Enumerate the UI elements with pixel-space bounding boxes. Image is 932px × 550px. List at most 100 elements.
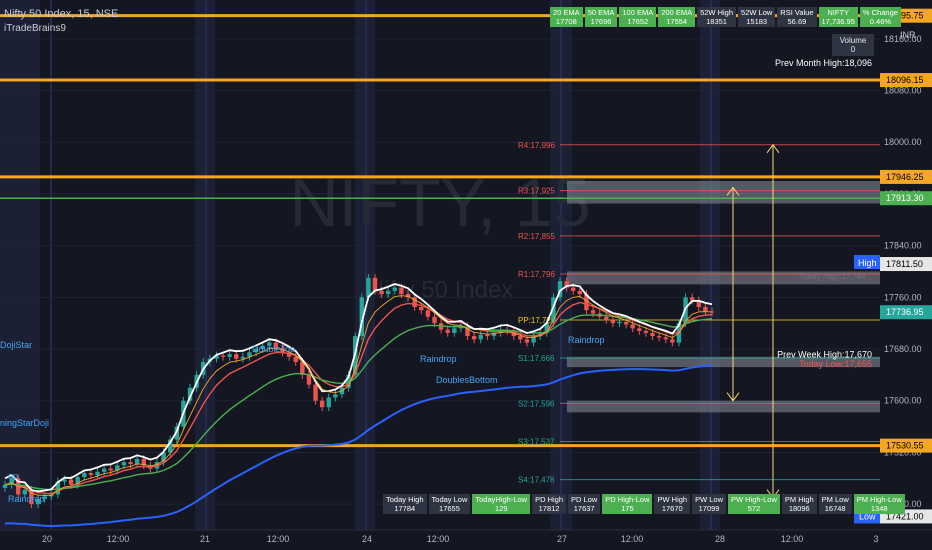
pivot-label: S2:17,596 bbox=[518, 399, 555, 408]
price-tag-value: 17811.50 bbox=[886, 259, 923, 269]
candle bbox=[524, 339, 530, 343]
session-stats-bar: Today High 17784 Today Low 17655 TodayHigh-L… bbox=[383, 494, 905, 514]
x-tick-label: 27 bbox=[557, 534, 567, 544]
candle bbox=[637, 328, 642, 331]
session-stat-label: Today High bbox=[386, 495, 424, 504]
price-tag-value: 17736.95 bbox=[886, 307, 924, 317]
volume-label: Volume bbox=[839, 36, 867, 45]
y-tick-label: 17840.00 bbox=[884, 241, 922, 251]
x-tick-label: 20 bbox=[42, 534, 52, 544]
candle bbox=[445, 329, 450, 333]
stat-box-4: 52W High 18351 bbox=[697, 7, 737, 27]
session-stat-label: PW High bbox=[657, 495, 688, 504]
stat-box-label: 52W High bbox=[700, 8, 734, 17]
currency-label: INR bbox=[900, 30, 916, 40]
stat-box-label: NIFTY bbox=[827, 8, 850, 17]
candle bbox=[419, 307, 424, 311]
session-stat-value: 175 bbox=[621, 504, 634, 513]
candle bbox=[432, 316, 437, 324]
session-stat-label: PM High bbox=[784, 495, 814, 504]
stat-box-label: % Change bbox=[862, 8, 898, 17]
stat-box-0: 20 EMA 17708 bbox=[550, 7, 583, 27]
pivot-label: R3:17,925 bbox=[518, 187, 555, 196]
session-stat-6: PW High 17670 bbox=[654, 494, 691, 514]
session-stat-label: PW High-Low bbox=[731, 495, 777, 504]
candle bbox=[425, 310, 431, 317]
session-stat-value: 17099 bbox=[698, 504, 720, 513]
session-stat-label: TodayHigh-Low bbox=[475, 495, 528, 504]
pattern-label: DoubleTop bbox=[252, 344, 295, 354]
candle bbox=[293, 356, 298, 362]
pattern-label: DoublesBottom bbox=[436, 375, 498, 385]
session-stat-value: 1348 bbox=[870, 504, 888, 513]
candle bbox=[372, 277, 378, 291]
volume-value: 0 bbox=[850, 45, 856, 54]
candle bbox=[82, 473, 87, 477]
session-stat-label: PD High-Low bbox=[605, 495, 650, 504]
candle bbox=[623, 321, 629, 325]
session-stat-11: PM High-Low 1348 bbox=[853, 494, 905, 514]
candle bbox=[478, 334, 483, 340]
candle bbox=[663, 337, 668, 340]
x-tick-label: 12:00 bbox=[267, 534, 290, 544]
session-stat-label: PD Low bbox=[571, 495, 598, 504]
candle bbox=[399, 287, 404, 295]
prev-month-high-label: Prev Month High:18,096 bbox=[775, 58, 872, 68]
candle bbox=[670, 339, 675, 343]
session-stat-3: PD High 17812 bbox=[532, 494, 567, 514]
candle bbox=[656, 336, 662, 338]
candle bbox=[95, 471, 100, 476]
stat-box-label: 20 EMA bbox=[553, 8, 580, 17]
session-stat-8: PW High-Low 572 bbox=[728, 494, 780, 514]
pattern-label: op bbox=[8, 471, 18, 481]
prev-week-high-label: Prev Week High:17,670 bbox=[777, 349, 872, 359]
session-stat-label: PW Low bbox=[695, 495, 724, 504]
candle bbox=[333, 394, 338, 398]
today-high-label: Today High:17,784 bbox=[799, 272, 866, 281]
pattern-label: Raindrop bbox=[420, 354, 457, 364]
y-tick-label: 18000.00 bbox=[884, 137, 922, 147]
stat-box-value: 56.69 bbox=[787, 17, 807, 26]
y-tick-label: 17600.00 bbox=[884, 396, 922, 406]
candle bbox=[313, 384, 318, 401]
pattern-label: Raindrop bbox=[568, 335, 605, 345]
session-stat-value: 17812 bbox=[538, 504, 560, 513]
session-stat-5: PD High-Low 175 bbox=[602, 494, 653, 514]
stat-box-5: 52W Low 15183 bbox=[738, 7, 776, 27]
pattern-label: Raindrop bbox=[8, 494, 45, 504]
pivot-label: S3:17,537 bbox=[518, 437, 555, 446]
session-stat-9: PM High 18096 bbox=[781, 494, 817, 514]
stat-box-label: 200 EMA bbox=[661, 8, 693, 17]
y-tick-label: 17760.00 bbox=[884, 292, 922, 302]
stat-box-label: 50 EMA bbox=[587, 8, 615, 17]
stat-box-label: 100 EMA bbox=[622, 8, 654, 17]
price-tag-value: 17946.25 bbox=[886, 172, 924, 182]
session-stat-7: PW Low 17099 bbox=[692, 494, 727, 514]
x-tick-label: 12:00 bbox=[427, 534, 450, 544]
pivot-label: R1:17,796 bbox=[518, 270, 555, 279]
stat-box-label: 52W Low bbox=[741, 8, 773, 17]
session-stat-10: PM Low 16748 bbox=[818, 494, 852, 514]
candle bbox=[392, 287, 398, 291]
session-stat-value: 17784 bbox=[394, 504, 416, 513]
x-tick-label: 3 bbox=[873, 534, 878, 544]
candle bbox=[128, 462, 133, 465]
stat-box-value: 0.46% bbox=[869, 17, 892, 26]
session-stat-value: 18096 bbox=[788, 504, 810, 513]
stat-box-value: 17708 bbox=[555, 17, 577, 26]
candle bbox=[326, 397, 331, 408]
price-tag-value: 17530.55 bbox=[886, 441, 924, 451]
pivot-label: R4:17,996 bbox=[518, 141, 555, 150]
candle bbox=[386, 290, 391, 295]
stat-box-8: % Change 0.46% bbox=[859, 7, 901, 27]
candle bbox=[240, 356, 246, 359]
price-tag-value: 17913.30 bbox=[886, 193, 924, 203]
chart-title: Nifty 50 Index, 15, NSE bbox=[4, 8, 119, 20]
x-tick-label: 12:00 bbox=[107, 534, 130, 544]
x-tick-label: 12:00 bbox=[781, 534, 804, 544]
x-tick-label: 21 bbox=[200, 534, 210, 544]
session-stat-value: 17670 bbox=[661, 504, 683, 513]
pattern-label: DojiStar bbox=[0, 340, 32, 350]
session-stat-value: 16748 bbox=[824, 504, 846, 513]
candle bbox=[604, 316, 609, 320]
